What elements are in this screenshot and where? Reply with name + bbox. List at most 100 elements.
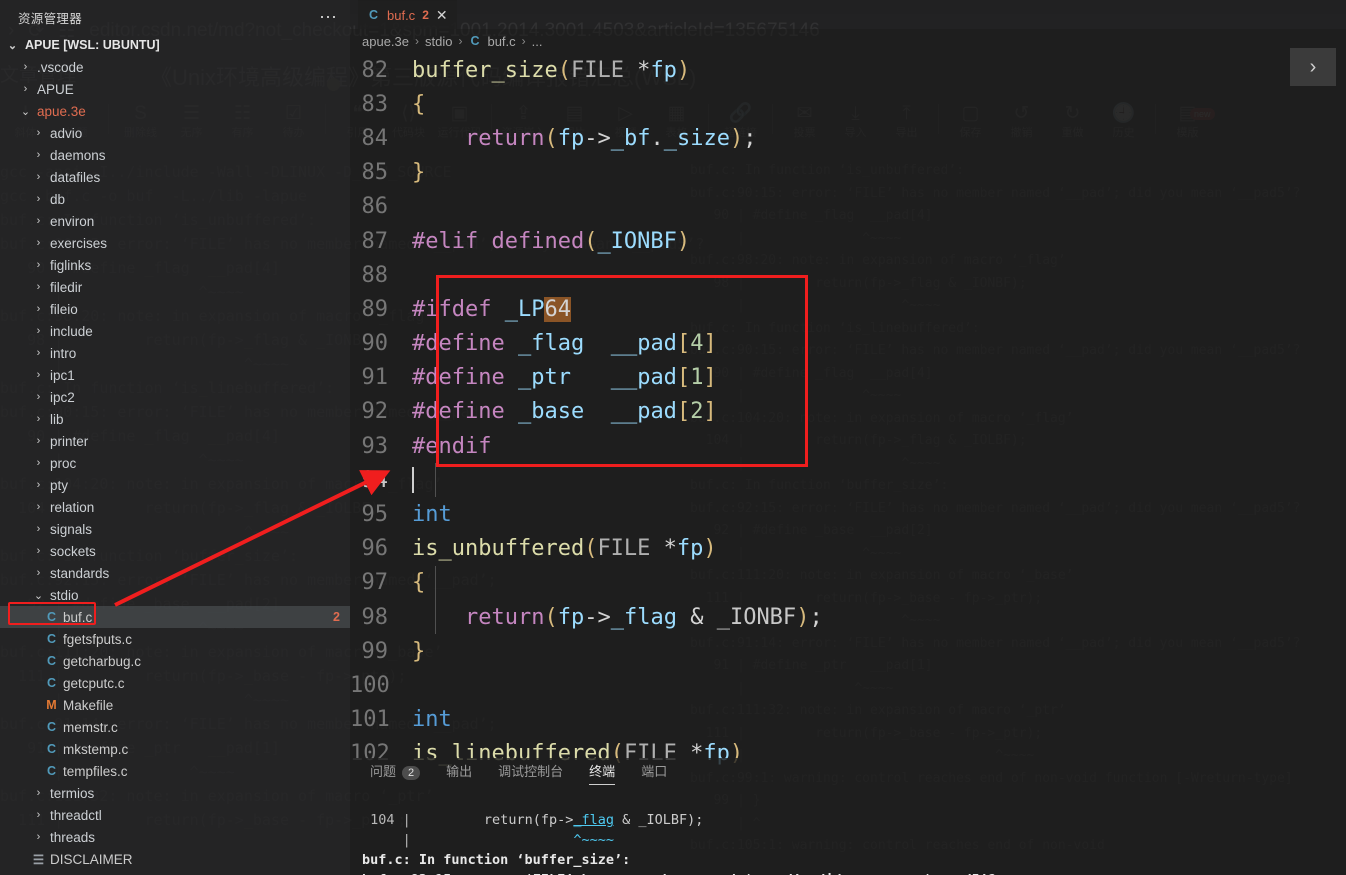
- sidebar-item-getcputc-c[interactable]: Cgetcputc.c: [0, 672, 350, 694]
- code-line-99: 99}: [350, 634, 1346, 668]
- editor-tab-bufc[interactable]: C buf.c 2 ✕: [358, 0, 457, 29]
- close-icon[interactable]: ✕: [436, 8, 448, 22]
- chevron-right-icon: ›: [36, 523, 41, 535]
- sidebar-item-label: APUE: [37, 81, 74, 97]
- line-number: 97: [361, 570, 389, 596]
- code-editor[interactable]: 82 buffer_size(FILE *fp) 83 {84 return(fp->…: [350, 53, 1346, 766]
- sidebar-item-apue-3e[interactable]: ⌄ apue.3e: [0, 100, 350, 122]
- sidebar-item-label: buf.c: [63, 609, 93, 625]
- line-code: buffer_size(FILE *fp): [412, 57, 691, 83]
- sidebar-item-threadctl[interactable]: › threadctl: [0, 804, 350, 826]
- sidebar-item-makefile[interactable]: M Makefile: [0, 694, 350, 716]
- breadcrumb-item-3[interactable]: ...: [532, 34, 543, 49]
- sidebar-item-label: ipc1: [50, 367, 75, 383]
- sidebar-item-fileio[interactable]: › fileio: [0, 298, 350, 320]
- panel-tab-label: 问题: [370, 764, 397, 779]
- line-number: 83: [361, 91, 389, 117]
- chevron-right-icon: ›: [36, 171, 41, 183]
- terminal-line-function: buf.c: In function ‘buffer_size’:: [362, 852, 631, 868]
- sidebar-item-buf-c[interactable]: Cbuf.c 2: [0, 606, 350, 628]
- sidebar-item-intro[interactable]: › intro: [0, 342, 350, 364]
- workspace-root[interactable]: ⌄ APUE [WSL: UBUNTU]: [0, 34, 350, 56]
- breadcrumb-item-1[interactable]: stdio: [425, 34, 452, 49]
- chevron-right-icon: ›: [36, 193, 41, 205]
- sidebar-item-label: proc: [50, 455, 77, 471]
- sidebar-item-memstr-c[interactable]: Cmemstr.c: [0, 716, 350, 738]
- expand-chevron-icon[interactable]: ›: [1290, 48, 1336, 86]
- sidebar-item-disclaimer[interactable]: ☰ DISCLAIMER: [0, 848, 350, 870]
- more-actions-icon[interactable]: ⋯: [319, 8, 338, 26]
- indent-guide: [435, 565, 436, 600]
- panel-tab-调试控制台[interactable]: 调试控制台: [498, 761, 563, 783]
- sidebar-item-getcharbug-c[interactable]: Cgetcharbug.c: [0, 650, 350, 672]
- sidebar-item-pty[interactable]: › pty: [0, 474, 350, 496]
- sidebar-item-db[interactable]: › db: [0, 188, 350, 210]
- sidebar-item-relation[interactable]: › relation: [0, 496, 350, 518]
- panel-tab-输出[interactable]: 输出: [446, 761, 472, 783]
- panel-tab-终端[interactable]: 终端: [589, 761, 616, 785]
- sidebar-item-label: Makefile: [63, 697, 114, 713]
- sidebar-item-include[interactable]: › include: [0, 320, 350, 342]
- sidebar-item-daemons[interactable]: › daemons: [0, 144, 350, 166]
- sidebar-item-label: lib: [50, 411, 64, 427]
- sidebar-item-label: .vscode: [37, 59, 84, 75]
- sidebar-item-mkstemp-c[interactable]: Cmkstemp.c: [0, 738, 350, 760]
- sidebar-item-label: figlinks: [50, 257, 92, 273]
- sidebar-item-label: include: [50, 323, 93, 339]
- sidebar-item-lib[interactable]: › lib: [0, 408, 350, 430]
- line-code: #ifdef _LP64: [412, 296, 571, 322]
- sidebar-item-apue[interactable]: › APUE: [0, 78, 350, 100]
- sidebar-item-environ[interactable]: › environ: [0, 210, 350, 232]
- sidebar-item-standards[interactable]: › standards: [0, 562, 350, 584]
- line-number: 94: [361, 467, 389, 493]
- terminal-output[interactable]: 104 | return(fp->_flag & _IOLBF); | ^~~~…: [350, 786, 1346, 875]
- breadcrumb-item-0[interactable]: apue.3e: [362, 34, 409, 49]
- chevron-right-icon: ›: [36, 567, 41, 579]
- sidebar-item-advio[interactable]: › advio: [0, 122, 350, 144]
- chevron-right-icon: ›: [36, 281, 41, 293]
- panel-tab-label: 终端: [589, 764, 616, 779]
- line-number: 90: [361, 331, 389, 357]
- sidebar-item-label: environ: [50, 213, 95, 229]
- line-code: int: [412, 707, 452, 733]
- explorer-sidebar: 资源管理器 ⋯ ⌄ APUE [WSL: UBUNTU] › .vscode › AP…: [0, 0, 350, 875]
- sidebar-item-signals[interactable]: › signals: [0, 518, 350, 540]
- sidebar-item-ipc2[interactable]: › ipc2: [0, 386, 350, 408]
- sidebar-item--vscode[interactable]: › .vscode: [0, 56, 350, 78]
- line-code: is_unbuffered(FILE *fp): [412, 536, 717, 562]
- chevron-right-icon: ›: [521, 34, 526, 48]
- sidebar-item-label: sockets: [50, 543, 96, 559]
- code-line-84: 84 return(fp->_bf._size);: [350, 121, 1346, 155]
- chevron-right-icon: ›: [36, 809, 41, 821]
- sidebar-item-termios[interactable]: › termios: [0, 782, 350, 804]
- sidebar-item-exercises[interactable]: › exercises: [0, 232, 350, 254]
- panel-tab-问题[interactable]: 问题 2: [370, 761, 421, 783]
- sidebar-item-printer[interactable]: › printer: [0, 430, 350, 452]
- vscode-layer: 资源管理器 ⋯ ⌄ APUE [WSL: UBUNTU] › .vscode › AP…: [0, 0, 1346, 875]
- code-line-90: 90 #define _flag __pad[4]: [350, 327, 1346, 361]
- line-number: 100: [350, 672, 390, 698]
- sidebar-item-threads[interactable]: › threads: [0, 826, 350, 848]
- breadcrumb: apue.3e › stdio › C buf.c › ...: [350, 29, 1346, 53]
- chevron-right-icon: ›: [36, 369, 41, 381]
- sidebar-item-fgetsfputs-c[interactable]: Cfgetsfputs.c: [0, 628, 350, 650]
- code-line-97: 97 {: [350, 565, 1346, 600]
- sidebar-item-datafiles[interactable]: › datafiles: [0, 166, 350, 188]
- chevron-right-icon: ›: [23, 83, 28, 95]
- sidebar-item-ipc1[interactable]: › ipc1: [0, 364, 350, 386]
- sidebar-item-label: advio: [50, 125, 83, 141]
- breadcrumb-item-2[interactable]: buf.c: [487, 34, 515, 49]
- sidebar-item-stdio[interactable]: ⌄ stdio: [0, 584, 350, 606]
- sidebar-item-figlinks[interactable]: › figlinks: [0, 254, 350, 276]
- sidebar-item-label: relation: [50, 499, 95, 515]
- chevron-right-icon: ›: [458, 34, 463, 48]
- sidebar-item-filedir[interactable]: › filedir: [0, 276, 350, 298]
- sidebar-item-tempfiles-c[interactable]: Ctempfiles.c: [0, 760, 350, 782]
- panel-tab-端口[interactable]: 端口: [641, 761, 667, 783]
- c-file-icon: C: [46, 654, 57, 668]
- sidebar-item-sockets[interactable]: › sockets: [0, 540, 350, 562]
- sidebar-item-proc[interactable]: › proc: [0, 452, 350, 474]
- c-file-icon: C: [46, 764, 57, 778]
- line-number: 98: [361, 604, 389, 630]
- chevron-right-icon: ›: [36, 545, 41, 557]
